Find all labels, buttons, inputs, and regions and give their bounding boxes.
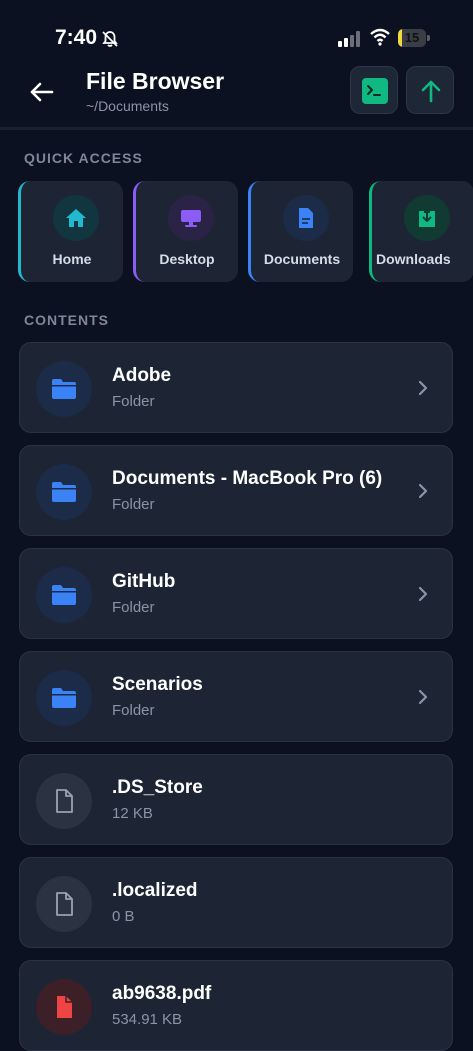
folder-icon: [52, 688, 76, 708]
upload-button[interactable]: [406, 66, 454, 114]
item-name: Scenarios: [112, 674, 203, 695]
pdf-file-icon: [57, 996, 72, 1018]
monitor-icon: [181, 210, 201, 227]
file-icon: [56, 789, 73, 813]
header-divider: [0, 127, 473, 130]
battery-icon: 15: [398, 29, 431, 47]
item-name: ab9638.pdf: [112, 983, 212, 1004]
list-item-documents-macbook[interactable]: Documents - MacBook Pro (6) Folder: [19, 445, 453, 536]
item-meta: Folder: [112, 393, 155, 410]
list-item-github[interactable]: GitHub Folder: [19, 548, 453, 639]
quick-access-documents[interactable]: Documents: [248, 181, 353, 282]
home-icon: [66, 209, 86, 227]
wifi-icon: [370, 28, 390, 46]
arrow-up-icon: [421, 80, 441, 103]
quick-access-row[interactable]: Home Desktop Documents Downloads: [18, 181, 473, 282]
app-header: File Browser ~/Documents: [0, 60, 473, 128]
battery-level: 15: [404, 30, 420, 45]
item-name: Adobe: [112, 365, 172, 386]
item-name: GitHub: [112, 571, 176, 592]
item-meta: Folder: [112, 496, 155, 513]
item-name: Documents - MacBook Pro (6): [112, 468, 383, 489]
quick-access-label: Desktop: [159, 251, 215, 267]
item-name: .DS_Store: [112, 777, 203, 798]
chevron-right-icon: [418, 483, 428, 499]
document-icon: [299, 208, 313, 228]
list-item-localized[interactable]: .localized 0 B: [19, 857, 453, 948]
quick-access-heading: QUICK ACCESS: [24, 150, 143, 166]
bell-off-icon: [102, 31, 118, 47]
item-meta: Folder: [112, 599, 155, 616]
item-meta: 12 KB: [112, 805, 153, 822]
status-time: 7:40: [55, 26, 98, 49]
chevron-right-icon: [418, 586, 428, 602]
quick-access-label: Documents: [263, 251, 341, 267]
folder-icon: [52, 482, 76, 502]
contents-heading: CONTENTS: [24, 312, 109, 328]
back-arrow-icon[interactable]: [26, 76, 58, 108]
download-icon: [419, 209, 435, 227]
quick-access-label: Home: [52, 251, 92, 267]
current-path: ~/Documents: [86, 98, 169, 114]
folder-icon: [52, 585, 76, 605]
signal-icon: [338, 31, 360, 47]
item-meta: 534.91 KB: [112, 1011, 183, 1028]
chevron-right-icon: [418, 689, 428, 705]
chevron-right-icon: [418, 380, 428, 396]
list-item-adobe[interactable]: Adobe Folder: [19, 342, 453, 433]
quick-access-label: Downloads: [376, 251, 451, 267]
list-item-scenarios[interactable]: Scenarios Folder: [19, 651, 453, 742]
terminal-icon: [362, 78, 388, 104]
page-title: File Browser: [86, 68, 225, 94]
quick-access-home[interactable]: Home: [18, 181, 123, 282]
item-name: .localized: [112, 880, 198, 901]
file-icon: [56, 892, 73, 916]
quick-access-downloads[interactable]: Downloads: [369, 181, 473, 282]
quick-access-desktop[interactable]: Desktop: [133, 181, 238, 282]
item-meta: Folder: [112, 702, 155, 719]
item-meta: 0 B: [112, 908, 135, 925]
list-item-ds-store[interactable]: .DS_Store 12 KB: [19, 754, 453, 845]
list-item-pdf[interactable]: ab9638.pdf 534.91 KB: [19, 960, 453, 1051]
terminal-button[interactable]: [350, 66, 398, 114]
folder-icon: [52, 379, 76, 399]
